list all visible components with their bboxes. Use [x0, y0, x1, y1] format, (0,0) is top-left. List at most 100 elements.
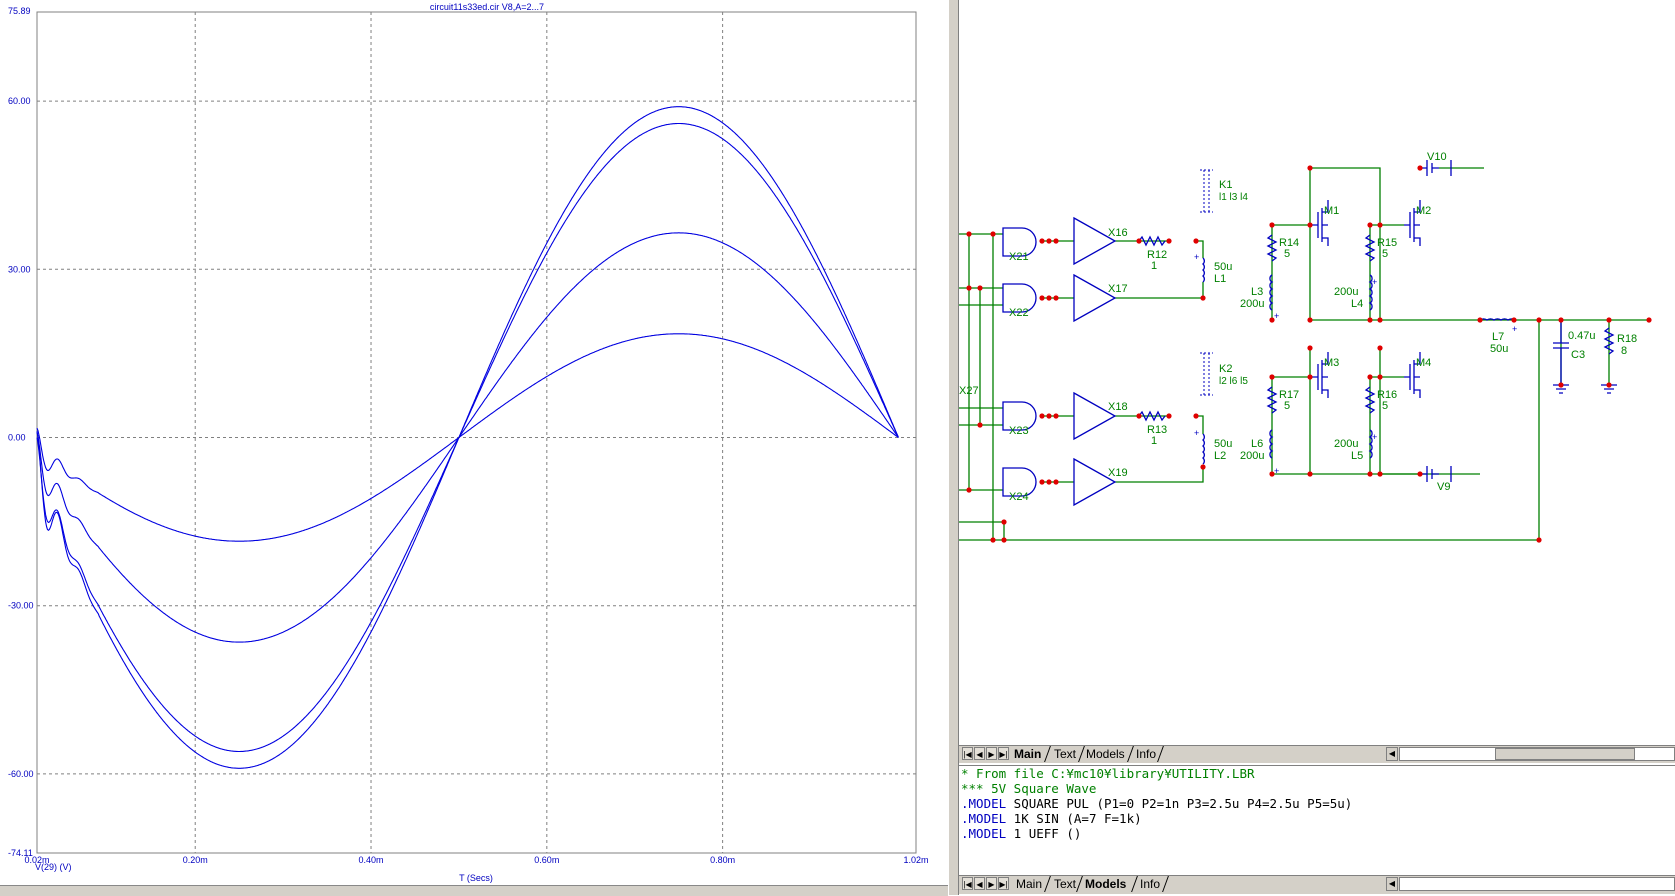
junction-node: [1053, 413, 1059, 419]
junction-node: [1536, 317, 1542, 323]
tab-models[interactable]: Models: [1083, 746, 1128, 762]
junction-node: [1417, 165, 1423, 171]
junction-node: [977, 422, 983, 428]
and-gates: [1002, 227, 1037, 497]
l4-label: L4: [1351, 298, 1363, 310]
schematic-labels: K1 l1 l3 l4 K2 l2 l6 l5 X21 X22 X23 X24 …: [959, 151, 1637, 503]
junction-node: [1377, 317, 1383, 323]
last-page-button[interactable]: ▶|: [998, 747, 1009, 760]
bottom-scroll-left-button[interactable]: ◀: [1386, 877, 1398, 891]
junction-node: [1307, 165, 1313, 171]
schematic-hscrollbar[interactable]: [1399, 747, 1675, 761]
junction-node: [1558, 317, 1564, 323]
x-tick-label: 0.20m: [183, 855, 208, 865]
x16-label: X16: [1108, 227, 1128, 239]
junction-node: [1367, 471, 1373, 477]
code-line-1: * From file C:¥mc10¥library¥UTILITY.LBR: [961, 766, 1255, 781]
junction-node: [1046, 413, 1052, 419]
schematic-wires: [959, 167, 1649, 541]
y-tick-label: 60.00: [8, 96, 31, 106]
first-page-button[interactable]: |◀: [962, 747, 973, 760]
junction-node: [1536, 537, 1542, 543]
schematic-canvas[interactable]: K1 l1 l3 l4 K2 l2 l6 l5 X21 X22 X23 X24 …: [959, 0, 1675, 745]
r13-value: 1: [1151, 435, 1157, 447]
scroll-left-button[interactable]: ◀: [1386, 747, 1398, 761]
prev-page-button[interactable]: ◀: [974, 747, 985, 760]
junction-node: [1046, 479, 1052, 485]
first-page-button-2[interactable]: |◀: [962, 877, 973, 890]
junction-node: [1307, 222, 1313, 228]
schematic-pane[interactable]: K1 l1 l3 l4 K2 l2 l6 l5 X21 X22 X23 X24 …: [959, 0, 1675, 745]
prev-page-button-2[interactable]: ◀: [974, 877, 985, 890]
x21-label: X21: [1009, 251, 1029, 263]
junction-node: [1193, 413, 1199, 419]
x27-label: X27: [959, 385, 979, 397]
junction-node: [977, 285, 983, 291]
bottom-tab-main[interactable]: Main: [1013, 876, 1045, 892]
junction-node: [1046, 238, 1052, 244]
junction-node: [1377, 471, 1383, 477]
svg-text:+: +: [1372, 432, 1377, 442]
pane-splitter[interactable]: [948, 0, 959, 895]
tab-info[interactable]: Info: [1133, 746, 1159, 762]
code-line-4: .MODEL 1K SIN (A=7 F=1k): [961, 811, 1142, 826]
y-bottom-label: -74.11: [8, 848, 33, 858]
c3-label: C3: [1571, 349, 1585, 361]
r12-value: 1: [1151, 260, 1157, 272]
y-tick-label: -30.00: [8, 601, 34, 611]
buffer-amplifiers: [1073, 216, 1117, 507]
x19-label: X19: [1108, 467, 1128, 479]
junction-node: [966, 231, 972, 237]
svg-text:+: +: [1194, 428, 1199, 438]
last-page-button-2[interactable]: ▶|: [998, 877, 1009, 890]
junction-node: [1377, 222, 1383, 228]
m4-label: M4: [1416, 357, 1431, 369]
schematic-nodes: [966, 165, 1652, 543]
junction-node: [1377, 345, 1383, 351]
v10-label: V10: [1427, 151, 1447, 163]
tab-main[interactable]: Main: [1011, 746, 1044, 762]
l5-label: L5: [1351, 450, 1363, 462]
junction-node: [1307, 471, 1313, 477]
x-axis-label: T (Secs): [459, 873, 493, 883]
models-text-pane[interactable]: * From file C:¥mc10¥library¥UTILITY.LBR …: [959, 765, 1675, 876]
analysis-plot-pane[interactable]: circuit11s33ed.cir V8,A=2...7 0.02m 0.20m…: [0, 0, 949, 895]
junction-node: [1367, 222, 1373, 228]
bottom-tab-text[interactable]: Text: [1051, 876, 1079, 892]
plot-tick-labels: 0.02m 0.20m 0.40m 0.60m 0.80m 1.02m60.0030.00…: [8, 96, 929, 865]
bottom-hscrollbar[interactable]: [1399, 877, 1675, 891]
inductors: [1202, 257, 1516, 465]
junction-node: [990, 537, 996, 543]
l3-label: L3: [1251, 286, 1263, 298]
junction-node: [1136, 413, 1142, 419]
junction-node: [1193, 238, 1199, 244]
plot-horizontal-scrollbar[interactable]: [0, 885, 948, 896]
junction-node: [1001, 537, 1007, 543]
junction-node: [1269, 374, 1275, 380]
junction-node: [1307, 345, 1313, 351]
y-tick-label: -60.00: [8, 769, 34, 779]
resistors: [1138, 234, 1615, 422]
x22-label: X22: [1009, 307, 1029, 319]
k2-label: K2: [1219, 363, 1232, 375]
y-tick-label: 30.00: [8, 264, 31, 274]
next-page-button[interactable]: ▶: [986, 747, 997, 760]
bottom-tab-models[interactable]: Models: [1082, 876, 1129, 892]
junction-node: [1511, 317, 1517, 323]
next-page-button-2[interactable]: ▶: [986, 877, 997, 890]
svg-text:+: +: [1274, 466, 1279, 476]
tab-text[interactable]: Text: [1051, 746, 1079, 762]
plot-title: circuit11s33ed.cir V8,A=2...7: [430, 2, 544, 12]
junction-node: [1053, 479, 1059, 485]
r17-value: 5: [1284, 400, 1290, 412]
bottom-tab-info[interactable]: Info: [1137, 876, 1163, 892]
waveform-plot[interactable]: circuit11s33ed.cir V8,A=2...7 0.02m 0.20m…: [0, 0, 948, 895]
junction-node: [1646, 317, 1652, 323]
svg-text:+: +: [1194, 252, 1199, 262]
junction-node: [1606, 382, 1612, 388]
junction-node: [1367, 317, 1373, 323]
code-line-3: .MODEL SQUARE PUL (P1=0 P2=1n P3=2.5u P4…: [961, 796, 1353, 811]
scroll-thumb[interactable]: [1495, 748, 1635, 760]
y-top-label: 75.89: [8, 6, 31, 16]
junction-node: [1053, 238, 1059, 244]
